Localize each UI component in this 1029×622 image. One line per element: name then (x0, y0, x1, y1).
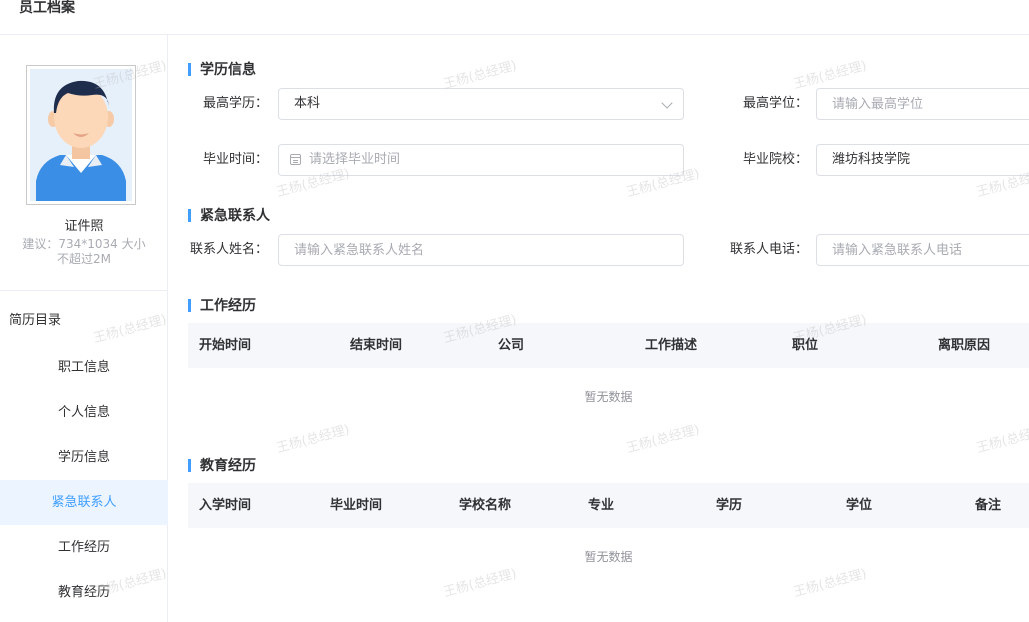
section-title-education: 学历信息 (188, 62, 256, 78)
school-label: 毕业院校： (742, 152, 808, 167)
photo-hint-limit: 不超过2M (57, 252, 111, 266)
work-col-description: 工作描述 (645, 338, 698, 353)
work-table-header: 开始时间 结束时间 公司 工作描述 职位 离职原因 (188, 323, 1029, 368)
main-content: 学历信息 最高学历： 本科 最高学位： 毕业时间： 请选择毕业时间 毕业院校： … (168, 35, 1029, 622)
section-title-emergency: 紧急联系人 (188, 208, 270, 224)
graduation-time-label: 毕业时间： (202, 152, 268, 167)
work-col-company: 公司 (498, 338, 525, 353)
highest-education-select[interactable]: 本科 (278, 88, 684, 120)
id-photo-upload[interactable] (26, 65, 136, 205)
edu-col-major: 专业 (588, 498, 615, 513)
work-col-end: 结束时间 (350, 338, 403, 353)
work-col-leave-reason: 离职原因 (938, 338, 991, 353)
contact-name-label: 联系人姓名： (189, 242, 268, 257)
page-header: 员工档案 (0, 0, 1029, 35)
sidebar: 证件照 建议：734*1034 大小 不超过2M 简历目录 职工信息 个人信息 … (0, 35, 168, 622)
edu-col-enroll: 入学时间 (199, 498, 252, 513)
highest-education-label: 最高学历： (202, 96, 268, 111)
sidebar-divider (0, 290, 168, 291)
edu-col-education: 学历 (716, 498, 743, 513)
toc-item-work-history[interactable]: 工作经历 (0, 525, 168, 570)
toc-item-staff-info[interactable]: 职工信息 (0, 345, 168, 390)
avatar (30, 69, 132, 201)
page-title: 员工档案 (19, 0, 75, 16)
toc-list: 职工信息 个人信息 学历信息 紧急联系人 工作经历 教育经历 (0, 345, 168, 615)
graduation-time-picker[interactable]: 请选择毕业时间 (278, 144, 684, 176)
edu-col-degree: 学位 (846, 498, 873, 513)
contact-phone-input[interactable] (816, 234, 1029, 266)
highest-degree-input[interactable] (816, 88, 1029, 120)
work-table-empty: 暂无数据 (584, 390, 633, 404)
chevron-down-icon (661, 97, 673, 109)
edu-table-empty: 暂无数据 (584, 550, 633, 564)
section-title-edu-history: 教育经历 (188, 458, 256, 474)
work-col-position: 职位 (792, 338, 819, 353)
toc-item-personal-info[interactable]: 个人信息 (0, 390, 168, 435)
edu-col-graduate: 毕业时间 (330, 498, 383, 513)
graduation-time-placeholder: 请选择毕业时间 (309, 152, 401, 167)
avatar-placeholder-icon (30, 69, 132, 201)
school-input[interactable]: 潍坊科技学院 (816, 144, 1029, 176)
edu-col-school: 学校名称 (459, 498, 512, 513)
highest-education-value: 本科 (294, 96, 321, 111)
toc-title: 简历目录 (9, 313, 62, 328)
calendar-icon (290, 154, 301, 165)
contact-phone-label: 联系人电话： (729, 242, 808, 257)
toc-item-emergency-contact[interactable]: 紧急联系人 (0, 480, 168, 525)
edu-table-header: 入学时间 毕业时间 学校名称 专业 学历 学位 备注 (188, 483, 1029, 528)
toc-item-education-info[interactable]: 学历信息 (0, 435, 168, 480)
highest-degree-label: 最高学位： (742, 96, 808, 111)
school-value: 潍坊科技学院 (832, 152, 911, 167)
work-col-start: 开始时间 (199, 338, 252, 353)
edu-col-remark: 备注 (975, 498, 1002, 513)
toc-item-education-history[interactable]: 教育经历 (0, 570, 168, 615)
contact-name-input[interactable] (278, 234, 684, 266)
photo-label: 证件照 (64, 219, 104, 234)
section-title-work: 工作经历 (188, 298, 256, 314)
